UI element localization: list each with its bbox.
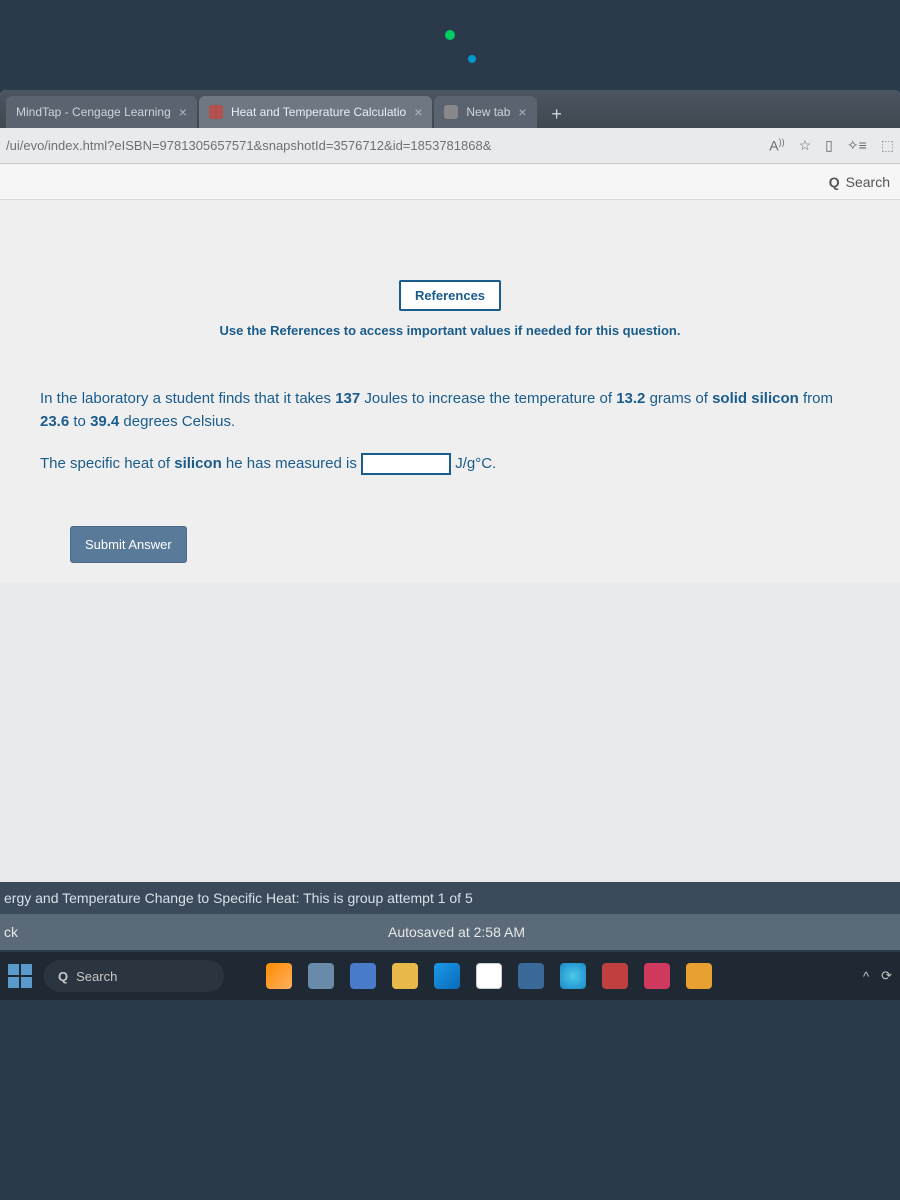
search-label[interactable]: Search — [846, 174, 890, 190]
help-icon[interactable] — [560, 963, 586, 989]
read-aloud-icon[interactable]: A)) — [769, 137, 784, 154]
system-tray[interactable]: ^ ⟳ — [863, 968, 892, 984]
status-bar: ck Autosaved at 2:58 AM — [0, 914, 900, 950]
tab-label: New tab — [466, 105, 510, 119]
hp-icon[interactable] — [518, 963, 544, 989]
submit-button[interactable]: Submit Answer — [70, 526, 187, 563]
close-icon[interactable]: × — [179, 104, 187, 120]
tray-icon[interactable]: ⟳ — [881, 968, 892, 984]
app-icon-2[interactable] — [308, 963, 334, 989]
tab-new[interactable]: New tab × — [434, 96, 536, 128]
references-hint: Use the References to access important v… — [40, 323, 860, 338]
webcam-indicator — [445, 30, 455, 40]
autosave-status: Autosaved at 2:58 AM — [388, 924, 525, 940]
search-placeholder: Search — [76, 969, 117, 984]
webcam-indicator-2 — [468, 55, 476, 63]
search-icon: Q — [58, 969, 68, 984]
app-icon-3[interactable] — [350, 963, 376, 989]
references-button[interactable]: References — [399, 280, 501, 311]
edge-icon[interactable] — [434, 963, 460, 989]
address-bar: /ui/evo/index.html?eISBN=9781305657571&s… — [0, 128, 900, 164]
page-toolbar: Q Search — [0, 164, 900, 200]
store-icon[interactable] — [476, 963, 502, 989]
app-icon-1[interactable] — [266, 963, 292, 989]
favorite-icon[interactable]: ☆ — [799, 137, 812, 154]
page-footer: ergy and Temperature Change to Specific … — [0, 882, 900, 950]
app-icon-p[interactable] — [644, 963, 670, 989]
file-explorer-icon[interactable] — [392, 963, 418, 989]
close-icon[interactable]: × — [414, 104, 422, 120]
chevron-up-icon[interactable]: ^ — [863, 969, 869, 984]
tab-label: MindTap - Cengage Learning — [16, 105, 171, 119]
pinned-apps — [266, 963, 712, 989]
back-fragment[interactable]: ck — [4, 924, 18, 940]
extension-icon[interactable]: ⬚ — [881, 137, 894, 154]
search-icon[interactable]: Q — [829, 174, 840, 190]
tab-heat-calc[interactable]: Heat and Temperature Calculatio × — [199, 96, 432, 128]
tab-mindtap[interactable]: MindTap - Cengage Learning × — [6, 96, 197, 128]
url-field[interactable]: /ui/evo/index.html?eISBN=9781305657571&s… — [6, 138, 759, 153]
taskbar-search[interactable]: Q Search — [44, 960, 224, 992]
tab-bar: MindTap - Cengage Learning × Heat and Te… — [0, 90, 900, 128]
question-paragraph-2: The specific heat of silicon he has meas… — [40, 453, 860, 476]
collections-icon[interactable]: ✧≡ — [847, 137, 867, 154]
security-icon[interactable] — [602, 963, 628, 989]
page-icon — [444, 105, 458, 119]
question-content: References Use the References to access … — [0, 200, 900, 583]
app-icon-4[interactable] — [686, 963, 712, 989]
browser-window: MindTap - Cengage Learning × Heat and Te… — [0, 90, 900, 950]
address-actions: A)) ☆ ▯ ✧≡ ⬚ — [769, 137, 894, 154]
close-icon[interactable]: × — [518, 104, 526, 120]
site-icon — [209, 105, 223, 119]
question-paragraph-1: In the laboratory a student finds that i… — [40, 388, 860, 433]
start-button[interactable] — [8, 964, 32, 988]
tab-label: Heat and Temperature Calculatio — [231, 105, 406, 119]
attempt-info: ergy and Temperature Change to Specific … — [0, 882, 900, 914]
question-body: In the laboratory a student finds that i… — [40, 388, 860, 476]
new-tab-button[interactable]: + — [543, 100, 571, 128]
answer-input[interactable] — [361, 453, 451, 475]
windows-taskbar: Q Search ^ ⟳ — [0, 952, 900, 1000]
split-icon[interactable]: ▯ — [825, 137, 833, 154]
